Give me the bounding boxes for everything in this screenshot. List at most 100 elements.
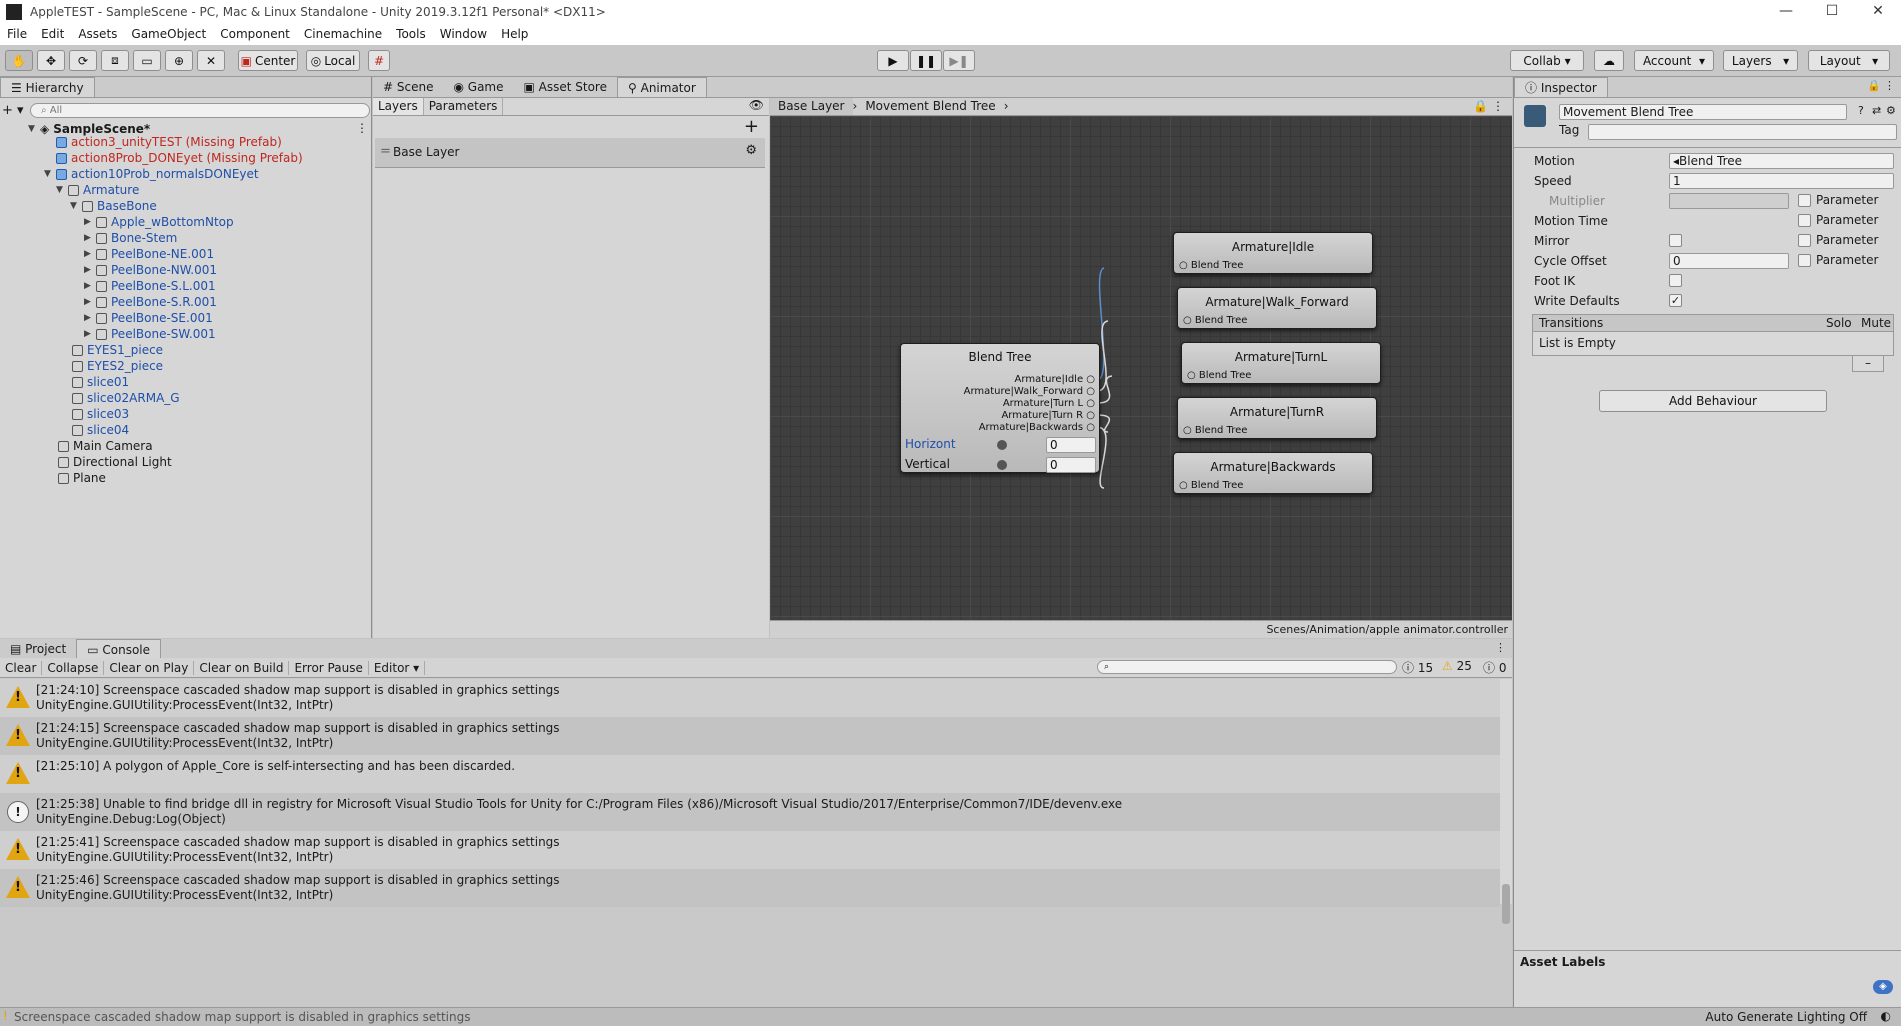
multiplier-dropdown[interactable] [1669, 193, 1789, 209]
blend-tree-node[interactable]: Blend Tree Armature|Idle ○ Armature|Walk… [900, 343, 1100, 473]
collapse-arrow-icon[interactable]: ▶ [84, 246, 96, 262]
tab-layers[interactable]: Layers [373, 98, 424, 115]
log-entry[interactable]: [21:25:10] A polygon of Apple_Core is se… [0, 755, 1500, 793]
console-scrollbar[interactable] [1500, 679, 1512, 924]
expand-arrow-icon[interactable]: ▼ [28, 121, 40, 137]
horizontal-slider-handle[interactable] [997, 440, 1007, 450]
pause-button[interactable]: ❚❚ [910, 50, 942, 71]
lock-icon[interactable]: 🔒 [1473, 99, 1488, 113]
foot-ik-checkbox[interactable] [1669, 274, 1682, 287]
collab-dropdown[interactable]: Collab ▾ [1510, 50, 1584, 71]
object-name-field[interactable]: Movement Blend Tree [1559, 104, 1847, 120]
motion-node-backwards[interactable]: Armature|Backwards ○ Blend Tree [1173, 452, 1373, 494]
menu-help[interactable]: Help [494, 27, 535, 41]
hand-tool-icon[interactable]: ✋ [5, 50, 33, 71]
log-entry[interactable]: ! [21:25:38] Unable to find bridge dll i… [0, 793, 1500, 831]
tab-inspector[interactable]: ⓘ Inspector [1514, 77, 1608, 97]
menu-window[interactable]: Window [433, 27, 494, 41]
write-defaults-checkbox[interactable]: ✓ [1669, 294, 1682, 307]
hierarchy-item[interactable]: ▶ PeelBone-S.L.001 [84, 278, 216, 294]
panel-menu-icon[interactable]: ⋮ [1884, 79, 1895, 92]
asset-label-tag-icon[interactable]: ◈ [1873, 980, 1893, 994]
tab-asset-store[interactable]: ▣ Asset Store [514, 77, 618, 97]
hierarchy-item[interactable]: slice01 [72, 374, 129, 390]
cycle-offset-field[interactable]: 0 [1669, 253, 1789, 269]
hierarchy-item[interactable]: ▶ Apple_wBottomNtop [84, 214, 234, 230]
breadcrumb-blend-tree[interactable]: Movement Blend Tree [857, 98, 1003, 115]
play-button[interactable]: ▶ [877, 50, 909, 71]
hierarchy-item[interactable]: Main Camera [58, 438, 153, 454]
log-entry[interactable]: [21:24:10] Screenspace cascaded shadow m… [0, 679, 1500, 717]
motion-node-walk-forward[interactable]: Armature|Walk_Forward ○ Blend Tree [1177, 287, 1377, 329]
settings-gear-icon[interactable]: ⚙ [1886, 104, 1896, 117]
tab-hierarchy[interactable]: ☰ Hierarchy [0, 77, 95, 97]
collapse-arrow-icon[interactable]: ▶ [84, 278, 96, 294]
account-dropdown[interactable]: Account ▾ [1634, 50, 1714, 71]
menu-file[interactable]: File [0, 27, 34, 41]
hierarchy-item[interactable]: slice04 [72, 422, 129, 438]
clear-on-play-button[interactable]: Clear on Play [104, 660, 195, 675]
menu-cinemachine[interactable]: Cinemachine [297, 27, 389, 41]
menu-edit[interactable]: Edit [34, 27, 71, 41]
log-entry[interactable]: [21:25:46] Screenspace cascaded shadow m… [0, 869, 1500, 907]
snap-icon[interactable]: # [368, 50, 390, 71]
add-layer-button[interactable]: + [744, 116, 759, 137]
collapse-arrow-icon[interactable]: ▶ [84, 230, 96, 246]
collapse-arrow-icon[interactable]: ▶ [84, 310, 96, 326]
menu-tools[interactable]: Tools [389, 27, 433, 41]
tab-project[interactable]: ▤ Project [0, 639, 76, 659]
menu-component[interactable]: Component [213, 27, 297, 41]
menu-assets[interactable]: Assets [71, 27, 124, 41]
custom-tool-icon[interactable]: ✕ [197, 50, 225, 71]
drag-handle-icon[interactable]: = [380, 144, 391, 159]
expand-arrow-icon[interactable]: ▼ [44, 166, 56, 182]
speed-field[interactable]: 1 [1669, 173, 1894, 189]
tag-field[interactable] [1588, 124, 1897, 140]
expand-arrow-icon[interactable]: ▼ [56, 182, 68, 198]
hierarchy-item[interactable]: ▶ PeelBone-SW.001 [84, 326, 216, 342]
hierarchy-item[interactable]: ▶ PeelBone-S.R.001 [84, 294, 217, 310]
motion-node-turnl[interactable]: Armature|TurnL ○ Blend Tree [1181, 342, 1381, 384]
create-dropdown-button[interactable]: + ▾ [2, 103, 30, 118]
error-pause-button[interactable]: Error Pause [289, 660, 369, 675]
pivot-local-button[interactable]: ◎ Local [306, 50, 360, 71]
log-entry[interactable]: [21:24:15] Screenspace cascaded shadow m… [0, 717, 1500, 755]
remove-transition-button[interactable]: – [1852, 356, 1884, 372]
step-button[interactable]: ▶❚ [943, 50, 975, 71]
motion-node-idle[interactable]: Armature|Idle ○ Blend Tree [1173, 232, 1373, 274]
editor-dropdown[interactable]: Editor ▾ [369, 660, 426, 675]
base-layer-item[interactable]: = Base Layer ⚙ [375, 138, 765, 168]
cycle-offset-parameter-checkbox[interactable] [1798, 254, 1811, 267]
hierarchy-item[interactable]: ▼ action10Prob_normalsDONEyet [44, 166, 259, 182]
motion-time-parameter-checkbox[interactable] [1798, 214, 1811, 227]
hierarchy-item[interactable]: action3_unityTEST (Missing Prefab) [56, 134, 282, 150]
lock-icon[interactable]: 🔒 [1867, 79, 1881, 92]
layout-dropdown[interactable]: Layout ▾ [1808, 50, 1890, 71]
hierarchy-item[interactable]: ▶ PeelBone-NW.001 [84, 262, 217, 278]
horizontal-param-input[interactable]: 0 [1046, 437, 1096, 453]
maximize-button[interactable]: ☐ [1809, 0, 1855, 23]
log-entry[interactable]: [21:25:41] Screenspace cascaded shadow m… [0, 831, 1500, 869]
error-filter-toggle[interactable]: ⓘ 0 [1483, 659, 1506, 676]
info-filter-toggle[interactable]: ⓘ 15 [1402, 659, 1433, 676]
transform-tool-icon[interactable]: ⊕ [165, 50, 193, 71]
rotate-tool-icon[interactable]: ⟳ [69, 50, 97, 71]
collapse-arrow-icon[interactable]: ▶ [84, 294, 96, 310]
collapse-arrow-icon[interactable]: ▶ [84, 214, 96, 230]
eye-icon[interactable]: 👁 [749, 98, 764, 112]
move-tool-icon[interactable]: ✥ [37, 50, 65, 71]
collapse-button[interactable]: Collapse [42, 660, 105, 675]
tab-animator[interactable]: ⚲ Animator [617, 77, 707, 97]
breadcrumb-base-layer[interactable]: Base Layer [770, 98, 853, 115]
multiplier-parameter-checkbox[interactable] [1798, 194, 1811, 207]
hierarchy-item[interactable]: ▶ Bone-Stem [84, 230, 177, 246]
close-button[interactable]: ✕ [1855, 0, 1901, 23]
hierarchy-search-input[interactable]: ⌕ All [30, 102, 370, 118]
hierarchy-item[interactable]: ▼ Armature [56, 182, 139, 198]
scene-menu-icon[interactable]: ⋮ [356, 121, 368, 135]
add-behaviour-button[interactable]: Add Behaviour [1599, 390, 1827, 412]
vertical-slider-handle[interactable] [997, 460, 1007, 470]
scale-tool-icon[interactable]: ⧈ [101, 50, 129, 71]
help-icon[interactable]: ? [1858, 104, 1864, 117]
console-search-input[interactable]: ⌕ [1097, 660, 1397, 674]
